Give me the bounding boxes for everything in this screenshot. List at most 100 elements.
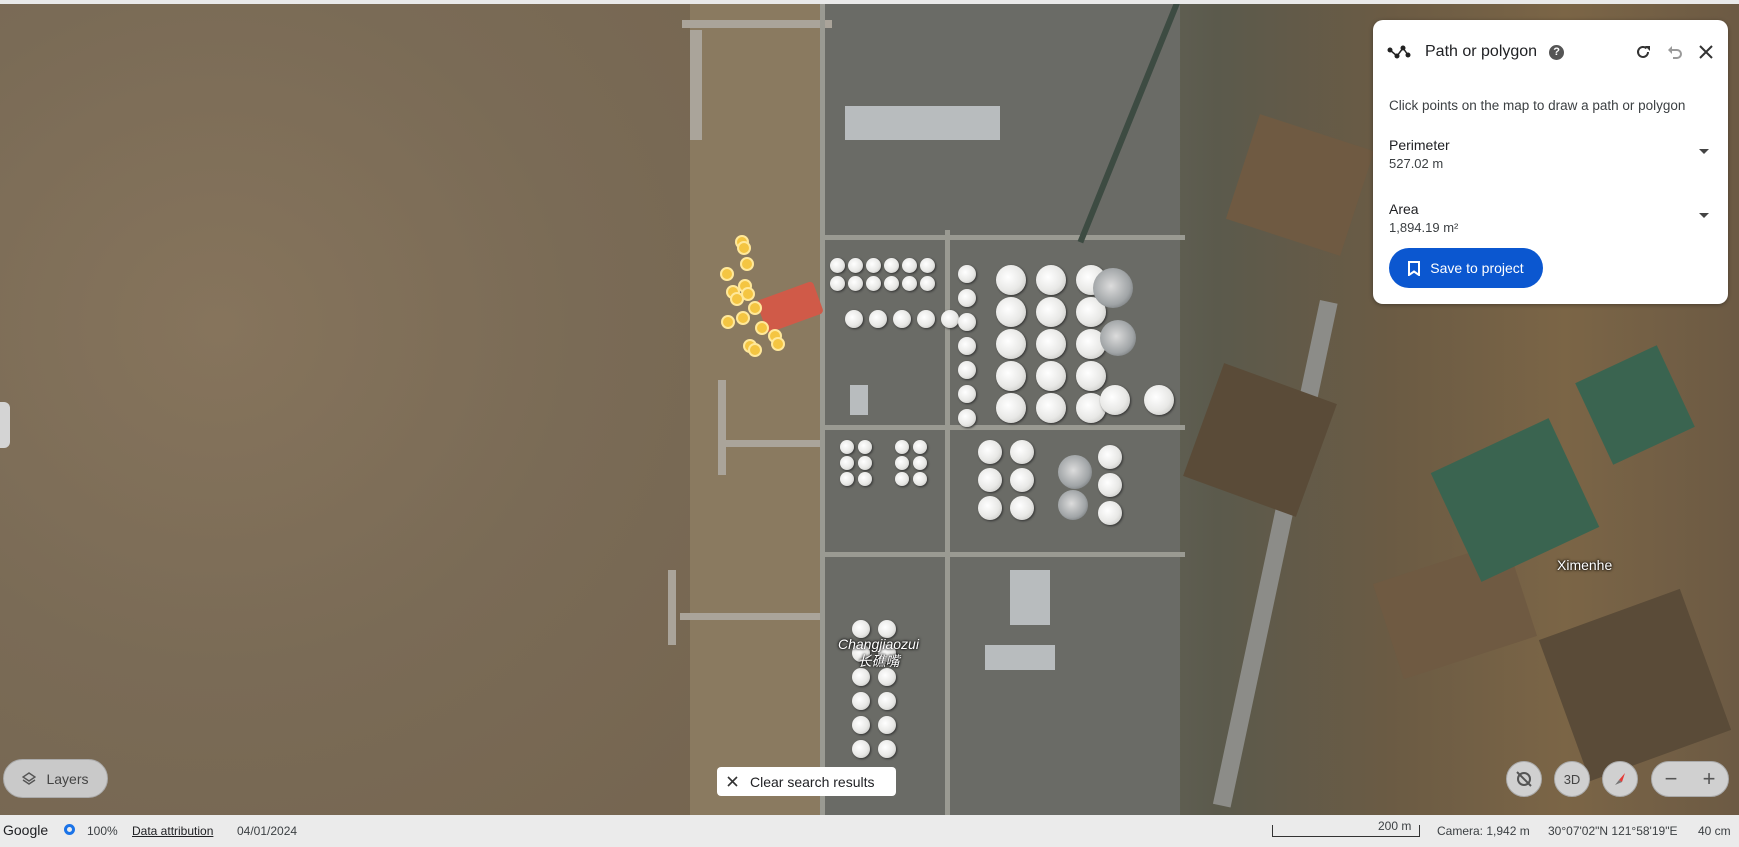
panel-title: Path or polygon — [1425, 43, 1538, 60]
loading-ring-icon — [64, 824, 75, 835]
pier — [718, 380, 726, 475]
pier — [668, 570, 676, 645]
storage-tank — [913, 472, 927, 486]
storage-tank — [920, 276, 935, 291]
storage-tank — [878, 692, 896, 710]
zoom-in-button[interactable]: + — [1690, 762, 1728, 796]
panel-actions — [1634, 37, 1714, 67]
storage-tank — [858, 440, 872, 454]
road — [825, 552, 1185, 557]
zoom-out-button[interactable]: − — [1652, 762, 1690, 796]
building — [1010, 570, 1050, 625]
building — [850, 385, 868, 415]
path-point-marker[interactable] — [736, 311, 750, 325]
storage-tank — [913, 440, 927, 454]
side-panel-toggle[interactable] — [0, 402, 10, 448]
storage-tank — [917, 310, 935, 328]
clear-search-results-button[interactable]: Clear search results — [717, 767, 896, 796]
path-point-marker[interactable] — [740, 257, 754, 271]
path-point-marker[interactable] — [720, 267, 734, 281]
compass-button[interactable] — [1602, 761, 1638, 797]
measure-panel: Path or polygon ? Click points on the ma… — [1373, 20, 1728, 304]
storage-tank — [848, 276, 863, 291]
storage-tank — [1036, 265, 1066, 295]
close-icon[interactable] — [1698, 44, 1714, 60]
perimeter-label: Perimeter — [1389, 137, 1450, 153]
perimeter-unit-dropdown-icon[interactable] — [1699, 149, 1709, 154]
path-point-marker[interactable] — [721, 315, 735, 329]
storage-tank — [858, 456, 872, 470]
path-point-marker[interactable] — [771, 337, 785, 351]
storage-tank — [1010, 468, 1034, 492]
path-point-marker[interactable] — [748, 343, 762, 357]
perimeter-section[interactable]: Perimeter 527.02 m — [1389, 137, 1709, 171]
building — [985, 645, 1055, 670]
storage-tank — [830, 276, 845, 291]
shoreline — [690, 0, 830, 815]
storage-tank — [895, 456, 909, 470]
rotate-view-button[interactable] — [1506, 761, 1542, 797]
storage-tank — [1010, 440, 1034, 464]
large-tank — [1093, 268, 1133, 308]
storage-tank — [845, 310, 863, 328]
layers-button[interactable]: Layers — [3, 759, 108, 798]
undo-icon[interactable] — [1666, 43, 1684, 61]
area-value: 1,894.19 m² — [1389, 220, 1459, 235]
path-point-marker[interactable] — [755, 321, 769, 335]
plus-icon: + — [1702, 766, 1716, 791]
area-unit-dropdown-icon[interactable] — [1699, 213, 1709, 218]
storage-tank — [830, 258, 845, 273]
pier — [682, 20, 832, 28]
large-tank — [1100, 320, 1136, 356]
3d-toggle-button[interactable]: 3D — [1554, 761, 1590, 797]
pier — [720, 440, 820, 447]
storage-tank — [852, 668, 870, 686]
storage-tank — [1100, 385, 1130, 415]
area-section[interactable]: Area 1,894.19 m² — [1389, 201, 1709, 235]
top-strip — [0, 0, 1739, 4]
storage-tank — [958, 289, 976, 307]
save-to-project-label: Save to project — [1430, 260, 1524, 276]
storage-tank — [941, 310, 959, 328]
farmland — [1225, 114, 1375, 256]
warehouse — [845, 106, 1000, 140]
area-label: Area — [1389, 201, 1419, 217]
data-attribution-link[interactable]: Data attribution — [132, 824, 213, 838]
place-label-ximenhe: Ximenhe — [1557, 557, 1613, 573]
path-point-marker[interactable] — [748, 301, 762, 315]
path-point-marker[interactable] — [730, 292, 744, 306]
scale-label: 200 m — [1378, 819, 1412, 833]
farmland — [1538, 588, 1732, 782]
help-icon[interactable]: ? — [1549, 44, 1565, 60]
storage-tank — [1144, 385, 1174, 415]
path-polygon-icon — [1387, 44, 1411, 60]
layers-label: Layers — [46, 770, 89, 787]
storage-tank — [895, 472, 909, 486]
path-point-marker[interactable] — [737, 241, 751, 255]
storage-tank — [1098, 473, 1122, 497]
save-to-project-button[interactable]: Save to project — [1389, 248, 1543, 288]
place-label-changjiaozui: Changjiaozui 长礁嘴 — [838, 636, 919, 670]
panel-header: Path or polygon ? — [1387, 37, 1714, 67]
storage-tank — [840, 440, 854, 454]
storage-tank — [996, 329, 1026, 359]
storage-tank — [1098, 445, 1122, 469]
rotate-icon — [1514, 769, 1534, 789]
storage-tank — [958, 265, 976, 283]
storage-tank — [852, 716, 870, 734]
storage-tank — [852, 692, 870, 710]
storage-tank — [848, 258, 863, 273]
storage-tank — [1076, 361, 1106, 391]
google-logo: Google — [3, 822, 49, 838]
layers-icon — [22, 771, 37, 786]
redo-icon[interactable] — [1634, 43, 1652, 61]
storage-tank — [884, 276, 899, 291]
place-label-text-cn: 长礁嘴 — [857, 653, 900, 669]
storage-tank — [878, 668, 896, 686]
storage-tank — [1036, 361, 1066, 391]
storage-tank — [1010, 496, 1034, 520]
road — [825, 235, 1185, 240]
storage-tank — [895, 440, 909, 454]
storage-tank — [866, 276, 881, 291]
storage-tank — [1098, 501, 1122, 525]
